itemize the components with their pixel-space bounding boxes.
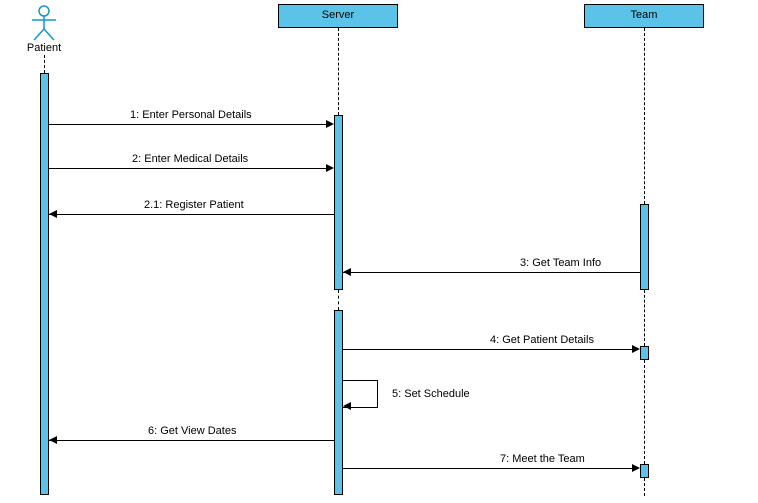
actor-patient: Patient: [24, 4, 64, 54]
message-label-3: 3: Get Team Info: [520, 257, 601, 269]
lifeline-dash-patient: [44, 55, 45, 73]
actor-patient-label: Patient: [24, 42, 64, 54]
activation-team-3: [640, 464, 649, 478]
message-line-7: [343, 468, 632, 469]
lifeline-dash-team-mid: [644, 290, 645, 346]
message-label-4: 4: Get Patient Details: [490, 334, 594, 346]
activation-server-1: [334, 115, 343, 290]
activation-team-2: [640, 346, 649, 360]
message-label-1: 1: Enter Personal Details: [130, 109, 252, 121]
message-line-3: [343, 272, 640, 273]
activation-patient: [40, 73, 49, 495]
actor-icon: [24, 4, 64, 42]
message-line-2: [49, 168, 326, 169]
activation-team-1: [640, 204, 649, 290]
message-line-4: [343, 349, 632, 350]
message-line-6: [49, 440, 334, 441]
message-line-21: [49, 214, 334, 215]
lifeline-dash-team-end: [644, 478, 645, 496]
lifeline-server-label: Server: [322, 9, 354, 21]
lifeline-dash-server-top: [338, 28, 339, 115]
arrow-6: [49, 436, 57, 444]
arrow-4: [632, 345, 640, 353]
arrow-7: [632, 464, 640, 472]
lifeline-server: Server: [278, 4, 398, 28]
message-label-6: 6: Get View Dates: [148, 425, 236, 437]
message-label-5: 5: Set Schedule: [392, 388, 470, 400]
lifeline-team-label: Team: [631, 9, 658, 21]
arrow-5: [343, 402, 351, 410]
arrow-21: [49, 210, 57, 218]
lifeline-dash-server-mid: [338, 290, 339, 310]
lifeline-dash-team-top: [644, 28, 645, 204]
message-label-7: 7: Meet the Team: [500, 453, 585, 465]
arrow-3: [343, 268, 351, 276]
arrow-2: [326, 164, 334, 172]
activation-server-2: [334, 310, 343, 495]
message-line-1: [49, 124, 326, 125]
message-label-21: 2.1: Register Patient: [144, 199, 244, 211]
arrow-1: [326, 120, 334, 128]
lifeline-team: Team: [584, 4, 704, 28]
lifeline-dash-team-bot: [644, 360, 645, 464]
message-label-2: 2: Enter Medical Details: [132, 153, 248, 165]
